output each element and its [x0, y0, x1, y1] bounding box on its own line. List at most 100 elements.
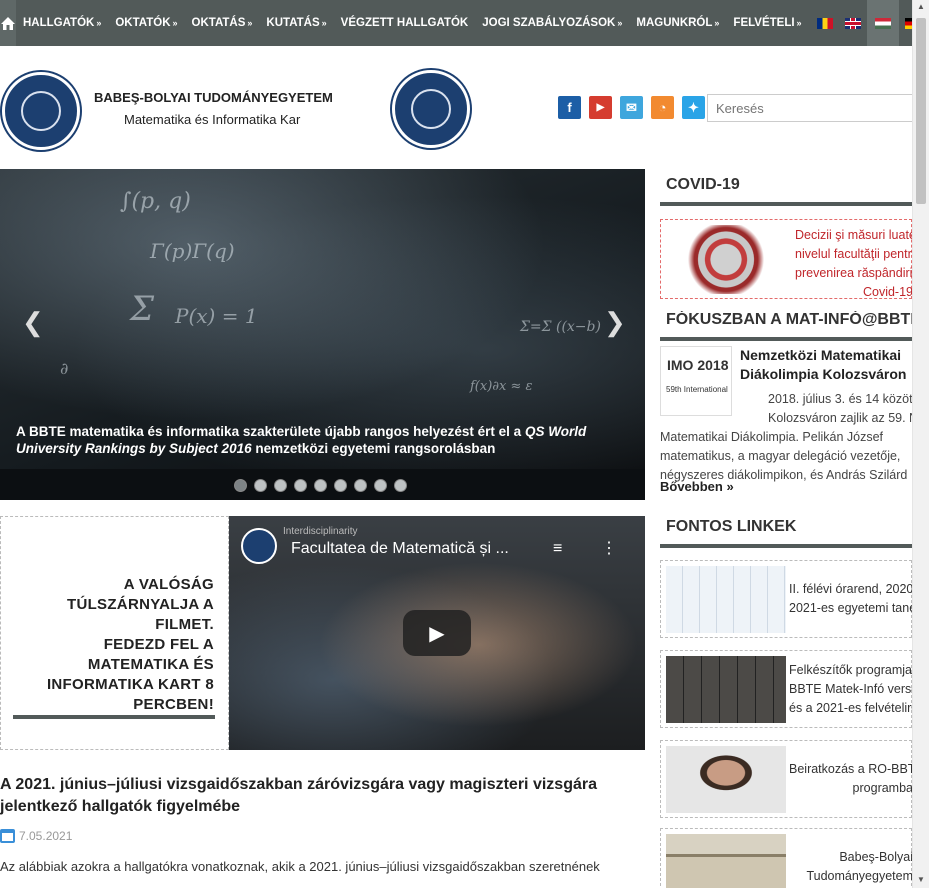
- focus-title-line: Diákolimpia Kolozsváron: [740, 366, 907, 382]
- flag-hu-icon[interactable]: [874, 17, 891, 29]
- link-text[interactable]: Beiratkozás a RO-BBTE programba: [789, 741, 913, 817]
- feature-divider: [13, 715, 215, 719]
- scroll-up-arrow-icon[interactable]: ▲: [917, 2, 925, 11]
- submenu-arrow-icon: »: [172, 18, 178, 28]
- nav-item-label: FELVÉTELI: [733, 17, 795, 29]
- link-text-line: II. félévi órarend, 2020–: [789, 582, 913, 596]
- rss-icon[interactable]: ◔: [651, 96, 674, 119]
- university-name[interactable]: BABEŞ-BOLYAI TUDOMÁNYEGYETEM: [94, 90, 333, 105]
- slider-dot[interactable]: [294, 479, 307, 492]
- more-options-icon[interactable]: ⋮: [601, 538, 617, 558]
- social-links: f ▶ ✉ ◔ ✦: [558, 96, 705, 119]
- nav-item-label: KUTATÁS: [266, 17, 320, 29]
- link-thumbnail-image[interactable]: [666, 746, 786, 813]
- submenu-arrow-icon: »: [247, 18, 253, 28]
- link-text[interactable]: II. félévi órarend, 2020– 2021-es egyetem…: [789, 561, 913, 637]
- slider-dot[interactable]: [254, 479, 267, 492]
- article-excerpt: Az alábbiak azokra a hallgatókra vonatko…: [0, 859, 600, 874]
- covid-link-text[interactable]: Decizii şi măsuri luate la nivelul facult…: [795, 226, 913, 302]
- caption-text-end: nemzetközi egyetemi rangsorolásban: [251, 441, 496, 456]
- feature-section: A VALÓSÁG TÚLSZÁRNYALJA A FILMET. FEDEZD FE…: [0, 516, 645, 750]
- nav-item-1[interactable]: OKTATÓK»: [108, 0, 184, 46]
- flag-en-icon[interactable]: [844, 17, 861, 29]
- link-text[interactable]: Babeş-Bolyai Tudományegyetem: [789, 829, 913, 888]
- link-text-line: Babeş-Bolyai: [839, 850, 913, 864]
- slider-dot[interactable]: [334, 479, 347, 492]
- slide-caption[interactable]: A BBTE matematika és informatika szakter…: [16, 423, 626, 457]
- article-date-text: 7.05.2021: [19, 829, 73, 843]
- important-link-card[interactable]: II. félévi órarend, 2020– 2021-es egyetem…: [660, 560, 913, 638]
- link-text-line: programba: [852, 781, 913, 795]
- submenu-arrow-icon: »: [796, 18, 802, 28]
- youtube-icon[interactable]: ▶: [589, 96, 612, 119]
- image-slider: ∫(p, q) Γ(p)Γ(q) Σ P(x) = 1 ∂ Σ=Σ ((x−b)…: [0, 169, 645, 500]
- feature-line: TÚLSZÁRNYALJA A: [66, 596, 214, 613]
- twitter-icon[interactable]: ✦: [682, 96, 705, 119]
- home-button[interactable]: [0, 0, 16, 46]
- facebook-icon[interactable]: f: [558, 96, 581, 119]
- top-navbar: HALLGATÓK» OKTATÓK» OKTATÁS» KUTATÁS» VÉGZET…: [0, 0, 921, 46]
- link-text-line: és a 2021-es felvételire: [789, 700, 913, 715]
- faculty-name[interactable]: Matematika és Informatika Kar: [124, 112, 300, 127]
- covid-virus-image[interactable]: [666, 225, 786, 294]
- nav-item-6[interactable]: MAGUNKRÓL»: [629, 0, 726, 46]
- nav-item-2[interactable]: OKTATÁS»: [185, 0, 260, 46]
- mail-icon[interactable]: ✉: [620, 96, 643, 119]
- read-more-link[interactable]: Bővebben »: [660, 479, 734, 494]
- link-text-line: Felkészítők programja a: [789, 662, 913, 677]
- nav-item-5[interactable]: JOGI SZABÁLYOZÁSOK»: [475, 0, 629, 46]
- university-seal-logo[interactable]: [2, 72, 80, 150]
- slider-dot[interactable]: [234, 479, 247, 492]
- covid-line: prevenirea răspândirii: [795, 266, 913, 280]
- nav-item-3[interactable]: KUTATÁS»: [259, 0, 333, 46]
- focus-heading: FÓKUSZBAN A MAT-INFÓ@BBTE: [660, 311, 912, 341]
- focus-body-line: 2018. július 3. és 14 között: [768, 392, 912, 406]
- feature-line: INFORMATIKA KART 8: [46, 676, 214, 693]
- article-title[interactable]: A 2021. június–júliusi vizsgaidőszakban …: [0, 774, 640, 818]
- home-icon: [1, 16, 15, 30]
- calendar-icon: [0, 829, 15, 843]
- playlist-icon[interactable]: ≡: [553, 540, 562, 558]
- covid-card[interactable]: Decizii şi măsuri luate la nivelul facult…: [660, 219, 913, 302]
- nav-item-label: OKTATÓK: [115, 17, 171, 29]
- link-thumbnail-image[interactable]: [666, 656, 786, 723]
- feature-text-box: A VALÓSÁG TÚLSZÁRNYALJA A FILMET. FEDEZD FE…: [0, 516, 229, 750]
- video-embed[interactable]: Interdisciplinarity Facultatea de Matema…: [229, 516, 645, 750]
- covid-line: Covid-19: [862, 285, 913, 299]
- scrollbar-thumb[interactable]: [916, 18, 926, 204]
- search-input[interactable]: [707, 94, 912, 122]
- link-thumbnail-image[interactable]: [666, 566, 786, 633]
- slider-dot[interactable]: [274, 479, 287, 492]
- caption-text: A BBTE matematika és informatika szakter…: [16, 424, 525, 439]
- flag-ro-icon[interactable]: [816, 17, 833, 29]
- faculty-seal-logo[interactable]: [392, 70, 470, 148]
- play-button[interactable]: ▶: [403, 610, 471, 656]
- focus-body-line: Matematikai Diákolimpia. Pelikán József: [660, 430, 884, 444]
- focus-article-title[interactable]: Nemzetközi Matematikai Diákolimpia Kolozs…: [740, 346, 912, 384]
- slider-dot[interactable]: [314, 479, 327, 492]
- important-link-card[interactable]: Babeş-Bolyai Tudományegyetem: [660, 828, 913, 888]
- nav-item-label: MAGUNKRÓL: [636, 17, 713, 29]
- flag-hu-active[interactable]: [866, 0, 899, 46]
- slider-dot[interactable]: [354, 479, 367, 492]
- submenu-arrow-icon: »: [714, 18, 720, 28]
- important-link-card[interactable]: Felkészítők programja a BBTE Matek-Infó v…: [660, 650, 913, 728]
- slider-next-button[interactable]: ❯: [604, 307, 626, 338]
- link-text[interactable]: Felkészítők programja a BBTE Matek-Infó v…: [789, 651, 913, 727]
- covid-line: nivelul facultăţii pentru: [795, 247, 913, 261]
- slider-dot[interactable]: [394, 479, 407, 492]
- nav-item-4[interactable]: VÉGZETT HALLGATÓK: [334, 0, 476, 46]
- page-scrollbar[interactable]: ▲ ▼: [912, 0, 929, 888]
- video-title[interactable]: Facultatea de Matematică și ...: [291, 540, 509, 558]
- focus-body-line: Kolozsváron zajlik az 59. Nemzetközi: [768, 411, 912, 425]
- slider-dot[interactable]: [374, 479, 387, 492]
- slider-prev-button[interactable]: ❮: [22, 307, 44, 338]
- feature-line: A VALÓSÁG: [123, 576, 214, 593]
- slider-pagination: [234, 479, 407, 492]
- link-thumbnail-image[interactable]: [666, 834, 786, 888]
- scroll-down-arrow-icon[interactable]: ▼: [917, 875, 925, 884]
- important-link-card[interactable]: Beiratkozás a RO-BBTE programba: [660, 740, 913, 818]
- nav-item-7[interactable]: FELVÉTELI»: [726, 0, 808, 46]
- channel-logo[interactable]: [241, 528, 277, 564]
- nav-item-0[interactable]: HALLGATÓK»: [16, 0, 108, 46]
